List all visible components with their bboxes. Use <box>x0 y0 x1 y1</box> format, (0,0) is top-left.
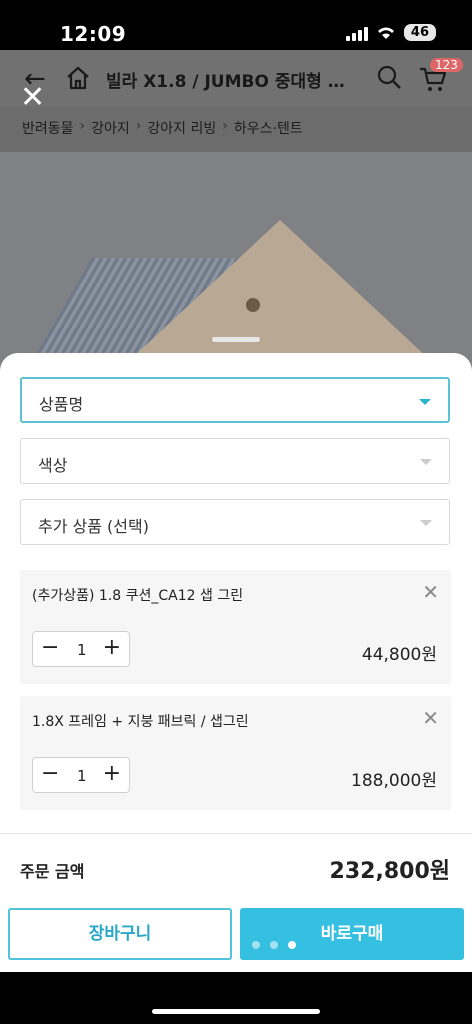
page-title: 빌라 X1.8 / JUMBO 중대형 원... <box>106 72 356 92</box>
close-icon[interactable]: ✕ <box>20 80 45 115</box>
divider <box>0 833 472 834</box>
breadcrumb: 반려동물 › 강아지 › 강아지 리빙 › 하우스·텐트 <box>22 118 303 138</box>
chevron-down-icon <box>419 399 431 405</box>
close-icon[interactable]: ✕ <box>422 580 439 604</box>
item-price: 188,000원 <box>351 771 437 791</box>
product-image-gable <box>130 220 430 360</box>
search-icon[interactable] <box>376 64 402 90</box>
plus-icon[interactable]: + <box>103 635 121 660</box>
breadcrumb-item[interactable]: 반려동물 <box>22 118 74 138</box>
breadcrumb-item[interactable]: 하우스·텐트 <box>234 118 303 138</box>
product-image-peg <box>246 298 260 312</box>
app-header: ← 빌라 X1.8 / JUMBO 중대형 원... 123 <box>0 50 472 106</box>
home-indicator-bar[interactable] <box>152 1009 320 1014</box>
extra-product-select[interactable]: 추가 상품 (선택) <box>20 499 450 545</box>
plus-icon[interactable]: + <box>103 761 121 786</box>
breadcrumb-item[interactable]: 강아지 리빙 <box>147 118 216 138</box>
item-name: (추가상품) 1.8 쿠션_CA12 샙 그린 <box>32 588 244 604</box>
page-dot <box>252 941 260 949</box>
selected-item: 1.8X 프레임 + 지붕 패브릭 / 샙그린 ✕ − 1 + 188,000원 <box>20 696 451 810</box>
status-icons: 46 <box>345 24 436 41</box>
signal-icon <box>345 25 368 41</box>
chevron-down-icon <box>420 520 432 526</box>
quantity-value[interactable]: 1 <box>77 767 87 785</box>
home-icon[interactable] <box>64 64 92 92</box>
minus-icon[interactable]: − <box>41 761 59 786</box>
chevron-right-icon: › <box>222 118 228 134</box>
product-name-select[interactable]: 상품명 <box>20 377 450 423</box>
status-time: 12:09 <box>60 22 127 46</box>
total-label: 주문 금액 <box>20 862 85 881</box>
quantity-value[interactable]: 1 <box>77 641 87 659</box>
page-dot <box>288 941 296 949</box>
add-to-cart-button[interactable]: 장바구니 <box>8 908 232 960</box>
wifi-icon <box>377 27 394 39</box>
extra-product-select-label: 추가 상품 (선택) <box>38 517 149 536</box>
battery-indicator: 46 <box>403 24 436 41</box>
chevron-right-icon: › <box>79 118 86 134</box>
item-name: 1.8X 프레임 + 지붕 패브릭 / 샙그린 <box>32 714 249 730</box>
item-price: 44,800원 <box>361 645 437 665</box>
option-sheet: 상품명 색상 추가 상품 (선택) (추가상품) 1.8 쿠션_CA12 샙 그… <box>0 337 472 973</box>
sheet-handle[interactable] <box>212 337 260 342</box>
total-value: 232,800원 <box>329 859 450 884</box>
selected-item: (추가상품) 1.8 쿠션_CA12 샙 그린 ✕ − 1 + 44,800원 <box>20 570 451 684</box>
cart-badge: 123 <box>430 58 463 72</box>
quantity-stepper: − 1 + <box>32 757 130 793</box>
buy-now-button[interactable]: 바로구매 <box>240 908 464 960</box>
product-name-select-label: 상품명 <box>39 395 84 414</box>
close-icon[interactable]: ✕ <box>422 706 439 730</box>
page-dot <box>270 941 278 949</box>
page-indicator <box>252 941 296 949</box>
minus-icon[interactable]: − <box>41 635 59 660</box>
quantity-stepper: − 1 + <box>32 631 130 667</box>
home-indicator <box>0 972 472 1024</box>
chevron-right-icon: › <box>135 118 142 134</box>
status-bar: 12:09 46 <box>0 0 472 50</box>
breadcrumb-item[interactable]: 강아지 <box>91 118 130 138</box>
color-select-label: 색상 <box>38 456 68 475</box>
chevron-down-icon <box>420 459 432 465</box>
color-select[interactable]: 색상 <box>20 438 450 484</box>
